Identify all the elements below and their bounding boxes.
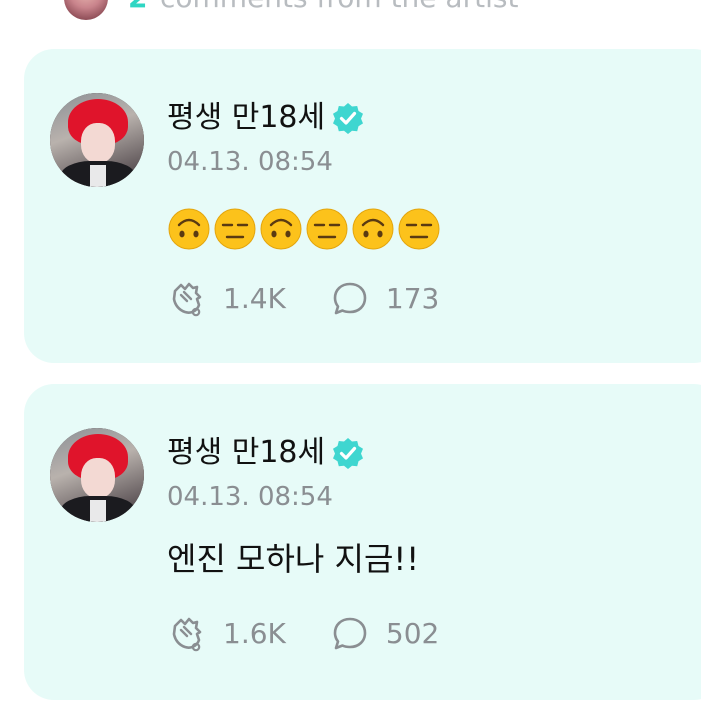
reply-button[interactable]: 502 (330, 614, 439, 654)
author-name[interactable]: 평생 만18세 (167, 98, 325, 138)
comment-date: 04.13. 08:54 (167, 147, 333, 177)
expressionless-face-emoji (398, 208, 440, 250)
comment-bubble-icon (333, 282, 367, 315)
like-button[interactable]: 1.6K (167, 614, 286, 654)
like-count: 1.6K (223, 617, 286, 650)
like-count: 1.4K (223, 282, 286, 315)
author-avatar[interactable] (50, 428, 144, 522)
upside-down-face-emoji (260, 208, 302, 250)
comment-date: 04.13. 08:54 (167, 482, 333, 512)
artist-comments-page: 2 comments from the artist 평생 만18세 04.13… (0, 0, 701, 701)
comment-content (167, 207, 441, 251)
expressionless-face-emoji (214, 208, 256, 250)
upside-down-face-emoji (352, 208, 394, 250)
author-name[interactable]: 평생 만18세 (167, 433, 325, 473)
author-avatar[interactable] (50, 93, 144, 187)
comment-card[interactable]: 평생 만18세 04.13. 08:54 1.4K 173 (24, 49, 701, 363)
comment-bubble-icon (333, 617, 367, 650)
expressionless-face-emoji (306, 208, 348, 250)
upside-down-face-emoji (168, 208, 210, 250)
like-button[interactable]: 1.4K (167, 279, 286, 319)
reply-count: 502 (385, 617, 440, 650)
author-row: 평생 만18세 (167, 96, 365, 140)
reply-count: 173 (385, 282, 440, 315)
clap-like-icon (172, 282, 202, 317)
comment-content: 엔진 모하나 지금!! (167, 540, 420, 578)
artist-comments-header[interactable]: 2 comments from the artist (0, 0, 701, 20)
artist-comments-label: comments from the artist (160, 0, 518, 15)
artist-comment-count: 2 (128, 0, 147, 15)
reply-button[interactable]: 173 (330, 279, 439, 319)
author-row: 평생 만18세 (167, 431, 365, 475)
comment-actions: 1.4K 173 (167, 277, 483, 321)
comment-card[interactable]: 평생 만18세 04.13. 08:54 엔진 모하나 지금!! 1.6K 50… (24, 384, 701, 700)
header-avatar (64, 0, 108, 20)
comment-actions: 1.6K 502 (167, 612, 483, 656)
verified-badge-icon (333, 438, 364, 469)
clap-like-icon (172, 617, 202, 652)
verified-badge-icon (333, 103, 364, 134)
